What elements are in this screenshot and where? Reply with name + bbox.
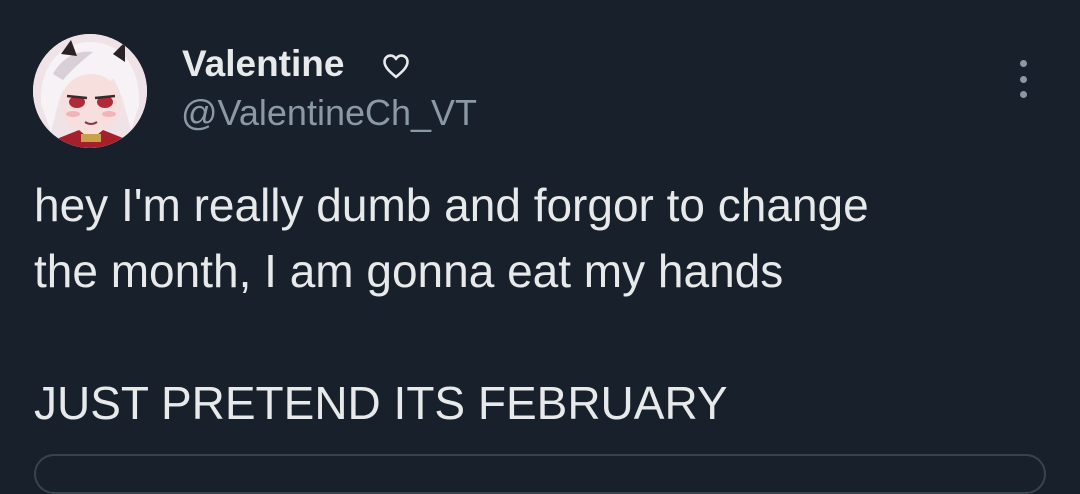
media-card[interactable] bbox=[34, 454, 1046, 494]
tweet-text-line: hey I'm really dumb and forgor to change bbox=[34, 179, 869, 231]
heart-outline-icon bbox=[383, 54, 409, 79]
tweet-text: hey I'm really dumb and forgor to change… bbox=[34, 172, 1044, 436]
display-name[interactable]: Valentine bbox=[182, 42, 344, 86]
user-handle[interactable]: @ValentineCh_VT bbox=[181, 91, 477, 135]
avatar[interactable] bbox=[33, 34, 147, 148]
more-options-button[interactable] bbox=[1006, 56, 1040, 102]
tweet-text-line: the month, I am gonna eat my hands bbox=[34, 245, 784, 297]
avatar-image bbox=[33, 34, 147, 148]
tweet: Valentine @ValentineCh_VT hey I'm really… bbox=[0, 0, 1080, 494]
more-vertical-icon bbox=[1019, 60, 1027, 67]
tweet-text-line: JUST PRETEND ITS FEBRUARY bbox=[34, 377, 728, 429]
